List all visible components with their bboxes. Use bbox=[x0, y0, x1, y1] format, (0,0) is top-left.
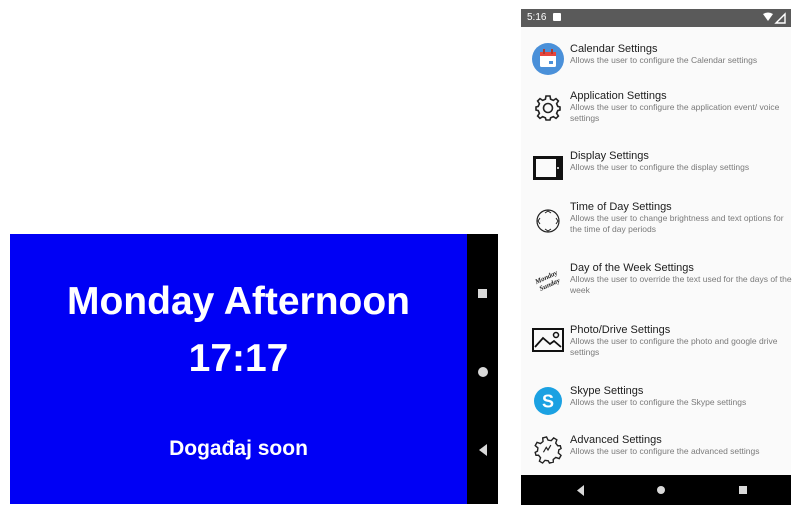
photo-icon bbox=[531, 323, 565, 357]
advanced-gear-icon bbox=[531, 433, 565, 467]
settings-item-description: Allows the user to configure the Calenda… bbox=[570, 55, 758, 65]
home-button[interactable] bbox=[467, 362, 498, 382]
settings-phone: 5:16 Calendar Settings Allows the user t… bbox=[521, 9, 792, 505]
settings-item-advanced[interactable]: Advanced Settings Allows the user to con… bbox=[521, 433, 791, 473]
settings-item-title: Display Settings bbox=[570, 150, 649, 162]
home-button[interactable] bbox=[646, 475, 676, 505]
settings-item-photo-drive[interactable]: Photo/Drive Settings Allows the user to … bbox=[521, 323, 791, 371]
notification-icon bbox=[553, 13, 561, 21]
landscape-nav-bar bbox=[467, 234, 498, 504]
event-text: Događaj soon bbox=[169, 437, 308, 460]
back-button[interactable] bbox=[467, 440, 498, 460]
wifi-signal-icon bbox=[763, 12, 786, 24]
phone-nav-bar bbox=[521, 475, 791, 505]
settings-item-description: Allows the user to configure the Skype s… bbox=[570, 397, 747, 407]
settings-item-description: Allows the user to configure the advance… bbox=[570, 446, 760, 456]
recents-button[interactable] bbox=[467, 284, 498, 302]
skype-icon: S bbox=[531, 384, 565, 418]
settings-item-description: Allows the user to configure the applica… bbox=[570, 102, 780, 123]
settings-item-title: Application Settings bbox=[570, 90, 667, 102]
settings-item-title: Day of the Week Settings bbox=[570, 262, 694, 274]
calendar-icon bbox=[531, 42, 565, 76]
home-icon bbox=[657, 486, 665, 494]
settings-item-description: Allows the user to configure the photo a… bbox=[570, 336, 778, 357]
tablet-icon bbox=[531, 151, 565, 185]
settings-item-calendar[interactable]: Calendar Settings Allows the user to con… bbox=[521, 42, 791, 82]
clock-dial-icon bbox=[531, 204, 565, 238]
back-icon bbox=[576, 484, 584, 496]
settings-item-skype[interactable]: S Skype Settings Allows the user to conf… bbox=[521, 384, 791, 424]
settings-item-display[interactable]: Display Settings Allows the user to conf… bbox=[521, 149, 791, 189]
settings-item-description: Allows the user to override the text use… bbox=[570, 274, 792, 295]
svg-text:S: S bbox=[542, 392, 554, 412]
landscape-device: Monday Afternoon 17:17 Događaj soon bbox=[10, 234, 498, 504]
home-icon bbox=[477, 367, 488, 377]
settings-item-description: Allows the user to configure the display… bbox=[570, 162, 750, 172]
clock-time: 17:17 bbox=[188, 337, 289, 380]
back-button[interactable] bbox=[565, 475, 595, 505]
settings-item-title: Advanced Settings bbox=[570, 434, 662, 446]
recents-icon bbox=[739, 486, 747, 494]
settings-item-time-of-day[interactable]: Time of Day Settings Allows the user to … bbox=[521, 200, 791, 248]
gear-icon bbox=[531, 91, 565, 125]
monday-sunday-icon: Monday Sunday bbox=[531, 264, 565, 298]
clock-screen: Monday Afternoon 17:17 Događaj soon bbox=[10, 234, 467, 504]
back-icon bbox=[478, 444, 487, 456]
settings-item-day-of-week[interactable]: Monday Sunday Day of the Week Settings A… bbox=[521, 261, 792, 309]
day-period-text: Monday Afternoon bbox=[66, 280, 411, 323]
settings-item-application[interactable]: Application Settings Allows the user to … bbox=[521, 89, 791, 137]
status-bar: 5:16 bbox=[521, 9, 791, 27]
settings-item-title: Skype Settings bbox=[570, 385, 644, 397]
settings-item-title: Photo/Drive Settings bbox=[570, 324, 671, 336]
settings-item-title: Calendar Settings bbox=[570, 43, 658, 55]
status-time: 5:16 bbox=[527, 12, 547, 23]
recents-button[interactable] bbox=[728, 475, 758, 505]
settings-item-description: Allows the user to change brightness and… bbox=[570, 213, 784, 234]
settings-item-title: Time of Day Settings bbox=[570, 201, 672, 213]
recents-icon bbox=[478, 288, 487, 298]
